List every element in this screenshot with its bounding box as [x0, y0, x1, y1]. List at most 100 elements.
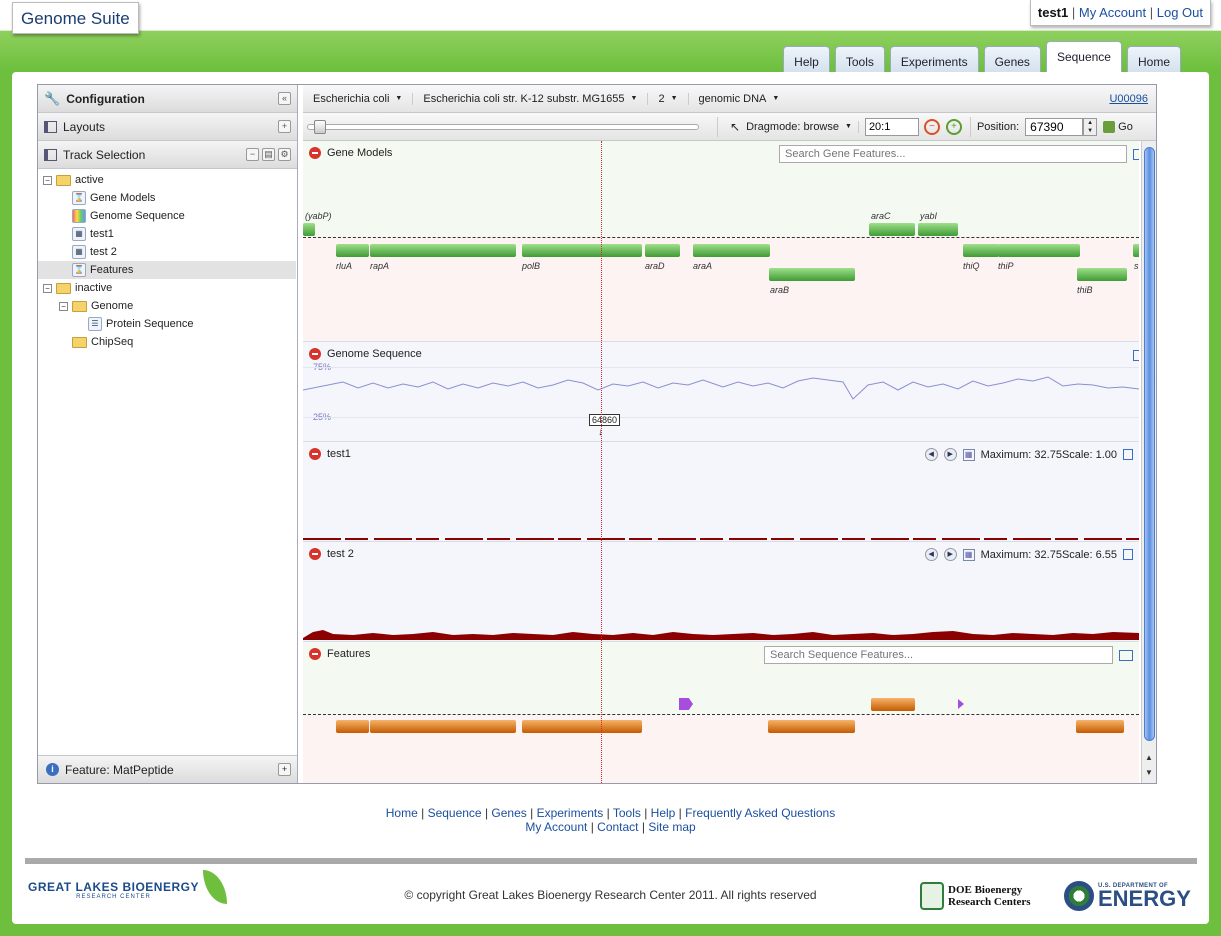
feature-marker[interactable] [958, 699, 964, 709]
scroll-down-icon[interactable]: ▼ [1145, 768, 1153, 777]
gene-bar[interactable] [1133, 244, 1139, 257]
tree-folder-genome[interactable]: − Genome [59, 297, 133, 315]
scrollbar-thumb[interactable] [1144, 147, 1155, 741]
gear-icon[interactable]: ⚙ [278, 148, 291, 161]
tree-track-protein-sequence[interactable]: ☰ Protein Sequence [88, 315, 193, 333]
tab-help[interactable]: Help [783, 46, 830, 73]
tab-home[interactable]: Home [1126, 46, 1181, 73]
footer-link-tools[interactable]: Tools [613, 806, 641, 820]
track-menu-icon[interactable] [1123, 449, 1133, 460]
footer-link-faq[interactable]: Frequently Asked Questions [685, 806, 835, 820]
organism-select[interactable]: Escherichia coli ▼ [303, 92, 414, 105]
collapse-icon[interactable]: « [278, 92, 291, 105]
tree-track-gene-models[interactable]: ⌛ Gene Models [72, 189, 155, 207]
tree-track-genome-sequence[interactable]: Genome Sequence [72, 207, 185, 225]
feature-bar[interactable] [522, 720, 642, 733]
slider-handle[interactable] [314, 119, 326, 134]
feature-bar[interactable] [336, 720, 369, 733]
zoom-slider[interactable] [307, 119, 699, 134]
main-tabs: Help Tools Experiments Genes Sequence Ho… [783, 41, 1181, 73]
chevron-down-icon: ▼ [630, 95, 638, 102]
layouts-header[interactable]: Layouts + [38, 113, 297, 141]
gene-bar[interactable] [963, 244, 999, 257]
scroll-up-icon[interactable]: ▲ [1145, 753, 1153, 762]
tab-sequence[interactable]: Sequence [1045, 41, 1122, 73]
tab-experiments[interactable]: Experiments [889, 46, 979, 73]
position-input[interactable] [1025, 117, 1084, 136]
table-icon[interactable]: ▦ [962, 448, 975, 461]
position-stepper[interactable]: ▲ ▼ [1083, 117, 1098, 136]
tree-folder-inactive[interactable]: − inactive [43, 279, 112, 297]
tree-folder-chipseq[interactable]: ChipSeq [72, 333, 133, 351]
app-logo[interactable]: Genome Suite [12, 2, 139, 34]
footer-link-my-account[interactable]: My Account [525, 820, 587, 834]
footer-link-home[interactable]: Home [386, 806, 418, 820]
fast-forward-icon[interactable]: ▶ [943, 448, 957, 461]
strain-select[interactable]: Escherichia coli str. K-12 substr. MG165… [413, 92, 649, 105]
table-icon[interactable]: ▤ [262, 148, 275, 161]
gene-bar[interactable] [336, 244, 369, 257]
feature-panel-header[interactable]: i Feature: MatPeptide + [38, 755, 297, 783]
track-selection-header[interactable]: Track Selection − ▤ ⚙ [38, 141, 297, 169]
doe-brc-logo[interactable]: DOE Bioenergy Research Centers [920, 882, 1031, 910]
feature-bar[interactable] [768, 720, 855, 733]
collapse-toggle-icon[interactable]: − [43, 175, 52, 185]
feature-marker[interactable] [679, 698, 693, 710]
feature-bar[interactable] [871, 698, 915, 711]
sequence-type-select[interactable]: genomic DNA ▼ [689, 93, 790, 105]
gene-search-input[interactable] [779, 145, 1127, 163]
tracks-scrollbar[interactable]: ▲ ▼ [1141, 141, 1156, 783]
dragmode-select[interactable]: Dragmode: browse ▼ [740, 120, 859, 133]
expand-plus-icon[interactable]: + [278, 120, 291, 133]
footer-link-help[interactable]: Help [651, 806, 676, 820]
remove-track-icon[interactable] [309, 448, 321, 460]
gene-bar[interactable] [645, 244, 680, 257]
feature-bar[interactable] [1076, 720, 1124, 733]
chromosome-select[interactable]: 2 ▼ [648, 92, 689, 105]
gene-bar[interactable] [303, 223, 315, 236]
track-menu-icon[interactable] [1133, 149, 1139, 160]
separator: | [1149, 5, 1154, 20]
tab-tools[interactable]: Tools [834, 46, 885, 73]
my-account-link[interactable]: My Account [1079, 5, 1146, 20]
minus-icon[interactable]: − [246, 148, 259, 161]
collapse-toggle-icon[interactable]: − [43, 283, 52, 293]
expand-plus-icon[interactable]: + [278, 763, 291, 776]
tree-track-test1[interactable]: ▦ test1 [72, 225, 114, 243]
configuration-header[interactable]: 🔧 Configuration « [38, 85, 297, 113]
footer-link-contact[interactable]: Contact [597, 820, 638, 834]
remove-track-icon[interactable] [309, 648, 321, 660]
feature-bar[interactable] [370, 720, 516, 733]
gene-label: yabI [920, 211, 938, 221]
rewind-icon[interactable]: ◀ [924, 448, 938, 461]
go-icon[interactable] [1103, 120, 1116, 133]
remove-track-icon[interactable] [309, 147, 321, 159]
footer-link-genes[interactable]: Genes [491, 806, 526, 820]
gene-bar[interactable] [869, 223, 915, 236]
gene-bar[interactable] [769, 268, 855, 281]
zoom-ratio-input[interactable] [864, 117, 919, 136]
zoom-out-icon[interactable]: − [923, 118, 940, 135]
go-button[interactable]: Go [1118, 121, 1133, 133]
feature-search-input[interactable] [764, 646, 1113, 664]
logout-link[interactable]: Log Out [1157, 5, 1203, 20]
gene-bar[interactable] [522, 244, 642, 257]
gene-bar[interactable] [998, 244, 1080, 257]
footer-link-sequence[interactable]: Sequence [428, 806, 482, 820]
tab-genes[interactable]: Genes [983, 46, 1041, 73]
gene-bar[interactable] [1077, 268, 1127, 281]
footer-link-site-map[interactable]: Site map [648, 820, 695, 834]
gene-bar[interactable] [918, 223, 958, 236]
accession-link[interactable]: U00096 [1109, 93, 1148, 105]
doe-energy-logo[interactable]: U.S. DEPARTMENT OF ENERGY [1064, 881, 1191, 911]
tree-track-features[interactable]: ⌛ Features [38, 261, 296, 279]
gene-bar[interactable] [693, 244, 770, 257]
tree-folder-active[interactable]: − active [43, 171, 104, 189]
zoom-in-icon[interactable]: + [945, 118, 962, 135]
tree-track-test2[interactable]: ▦ test 2 [72, 243, 117, 261]
gene-bar[interactable] [370, 244, 516, 257]
footer-link-experiments[interactable]: Experiments [537, 806, 604, 820]
collapse-toggle-icon[interactable]: − [59, 301, 68, 311]
chevron-down-icon: ▼ [670, 95, 678, 102]
track-menu-icon[interactable] [1119, 650, 1133, 661]
